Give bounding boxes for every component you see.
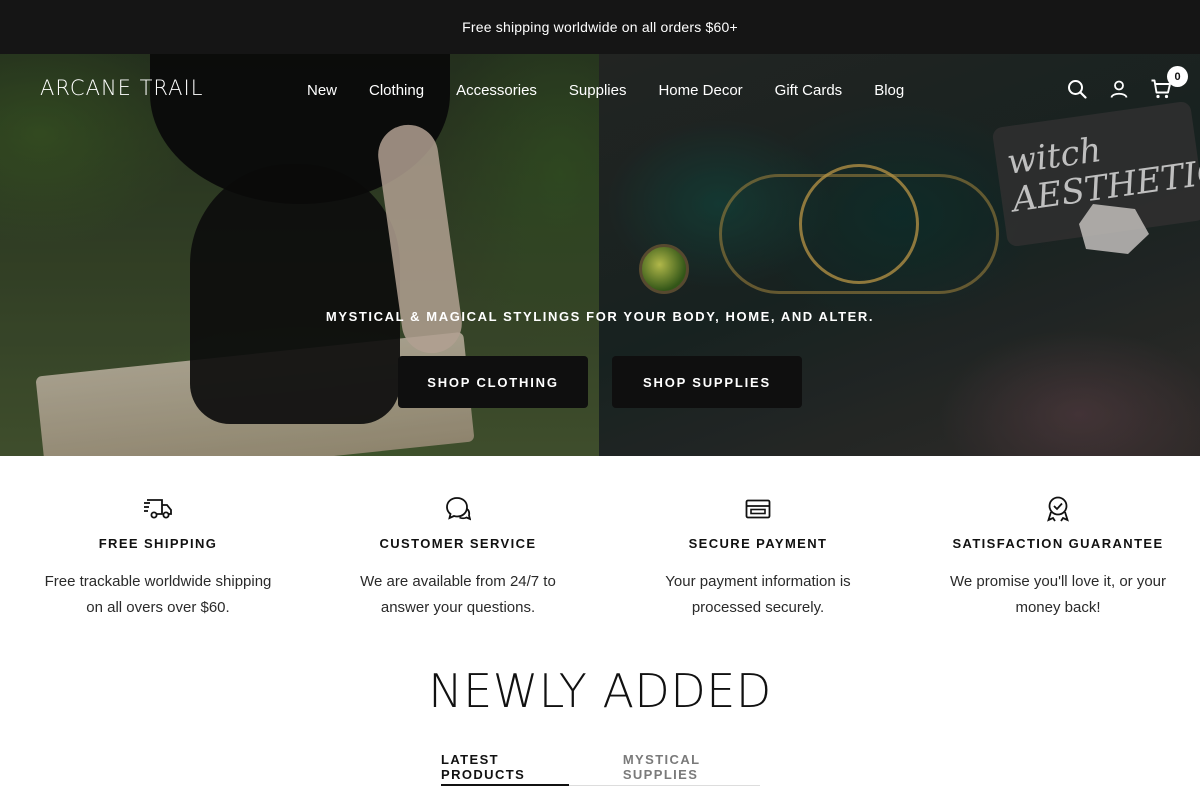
tab-mystical-supplies[interactable]: MYSTICAL SUPPLIES [623, 750, 760, 786]
feature-title: FREE SHIPPING [98, 536, 218, 551]
award-icon [916, 494, 1200, 524]
feature-text: Free trackable worldwide shipping on all… [44, 573, 272, 616]
header-icons: 0 [1048, 66, 1188, 102]
user-icon[interactable] [1106, 76, 1132, 102]
announcement-bar: Free shipping worldwide on all orders $6… [0, 0, 1200, 54]
chat-icon [316, 494, 600, 524]
shop-supplies-button[interactable]: SHOP SUPPLIES [612, 356, 802, 408]
cart-count-badge: 0 [1167, 66, 1188, 87]
feature-title: CUSTOMER SERVICE [379, 536, 537, 551]
feature-free-shipping: FREE SHIPPING Free trackable worldwide s… [16, 456, 300, 636]
feature-text: We are available from 24/7 to answer you… [360, 573, 556, 616]
features-row: FREE SHIPPING Free trackable worldwide s… [0, 456, 1200, 636]
nav-item-home-decor[interactable]: Home Decor [642, 82, 758, 99]
feature-secure-payment: SECURE PAYMENT Your payment information … [616, 456, 900, 636]
announcement-text: Free shipping worldwide on all orders $6… [462, 19, 738, 35]
hero-buttons: SHOP CLOTHING SHOP SUPPLIES [0, 356, 1200, 408]
main-nav: New Clothing Accessories Supplies Home D… [291, 54, 920, 126]
site-header: ARCANE TRAIL New Clothing Accessories Su… [0, 54, 1200, 126]
cart-icon[interactable]: 0 [1148, 66, 1188, 102]
feature-customer-service: CUSTOMER SERVICE We are available from 2… [316, 456, 600, 636]
site-logo[interactable]: ARCANE TRAIL [40, 76, 203, 100]
search-icon[interactable] [1064, 76, 1090, 102]
truck-icon [16, 494, 300, 524]
nav-item-gift-cards[interactable]: Gift Cards [759, 82, 859, 99]
product-tabs: LATEST PRODUCTS MYSTICAL SUPPLIES [441, 750, 760, 786]
shop-clothing-button[interactable]: SHOP CLOTHING [398, 356, 588, 408]
feature-text: Your payment information is processed se… [665, 573, 851, 616]
nav-item-clothing[interactable]: Clothing [353, 82, 440, 99]
tab-latest-products[interactable]: LATEST PRODUCTS [441, 750, 569, 786]
credit-card-icon [616, 494, 900, 524]
hero-tagline: MYSTICAL & MAGICAL STYLINGS FOR YOUR BOD… [325, 309, 875, 324]
nav-item-supplies[interactable]: Supplies [553, 82, 643, 99]
nav-item-blog[interactable]: Blog [858, 82, 920, 99]
nav-item-accessories[interactable]: Accessories [440, 82, 553, 99]
newly-added-title: NEWLY ADDED [428, 664, 772, 718]
feature-title: SATISFACTION GUARANTEE [952, 536, 1164, 551]
nav-item-new[interactable]: New [291, 82, 353, 99]
feature-title: SECURE PAYMENT [688, 536, 828, 551]
feature-satisfaction-guarantee: SATISFACTION GUARANTEE We promise you'll… [916, 456, 1200, 636]
feature-text: We promise you'll love it, or your money… [950, 573, 1166, 616]
